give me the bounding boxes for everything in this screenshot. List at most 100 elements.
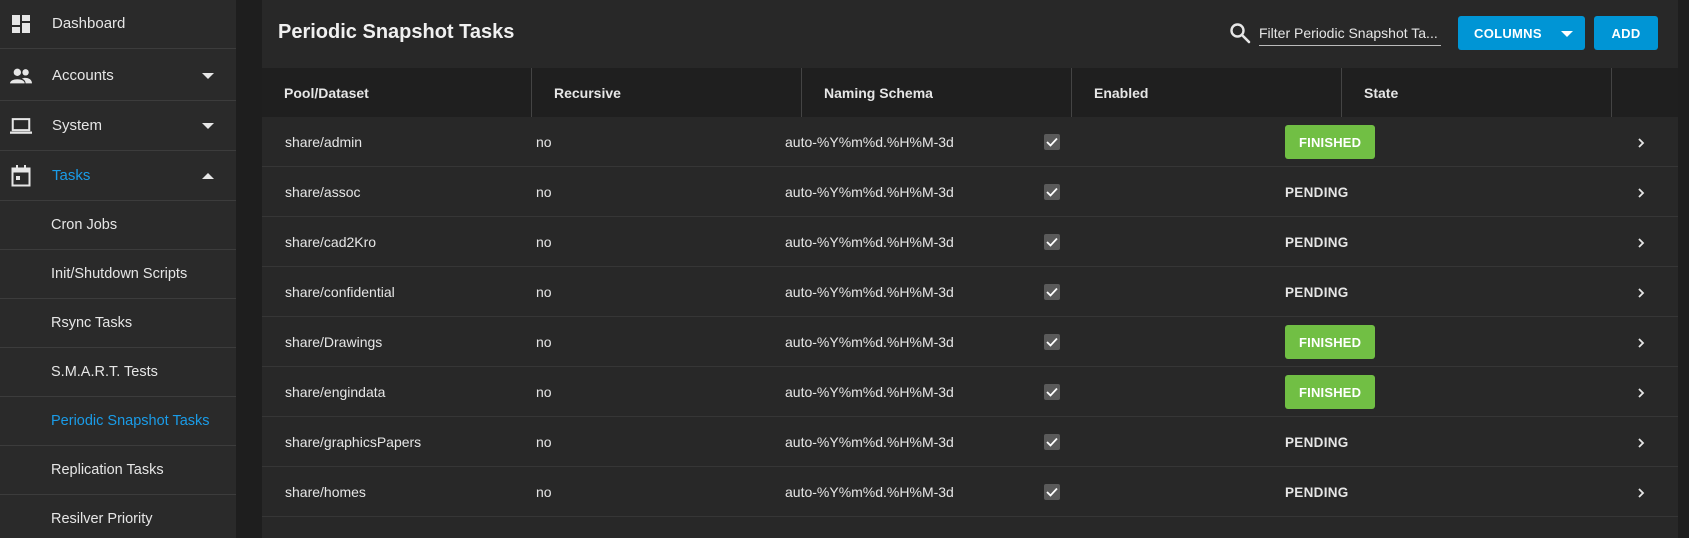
enabled-checkbox[interactable] [1044,184,1060,200]
add-button[interactable]: ADD [1594,16,1658,50]
cell-state: FINISHED [1285,367,1376,417]
table-row[interactable]: share/Drawings no auto-%Y%m%d.%H%M-3d FINIS… [262,317,1678,367]
cell-naming-schema: auto-%Y%m%d.%H%M-3d [785,334,954,350]
chevron-right-icon[interactable] [1636,136,1646,148]
sidebar-item-accounts[interactable]: Accounts [0,51,236,101]
sidebar-item-init-shutdown-scripts[interactable]: Init/Shutdown Scripts [0,250,236,299]
cell-state: PENDING [1285,217,1349,267]
cell-pool-dataset: share/Drawings [285,334,383,350]
table-row[interactable]: share/cad2Kro no auto-%Y%m%d.%H%M-3d PENDIN… [262,217,1678,267]
search-icon[interactable] [1229,22,1251,44]
search-input[interactable]: Filter Periodic Snapshot Ta... [1259,20,1441,46]
table-row[interactable]: share/assoc no auto-%Y%m%d.%H%M-3d PENDING [262,167,1678,217]
cell-pool-dataset: share/assoc [285,184,361,200]
column-header-enabled[interactable]: Enabled [1072,68,1342,117]
chevron-right-icon[interactable] [1636,236,1646,248]
page-title: Periodic Snapshot Tasks [278,21,515,43]
enabled-checkbox[interactable] [1044,234,1060,250]
sidebar-item-system[interactable]: System [0,101,236,151]
column-header-naming-schema[interactable]: Naming Schema [802,68,1072,117]
chevron-right-icon[interactable] [1636,436,1646,448]
cell-recursive: no [536,134,552,150]
table-header: Pool/Dataset Recursive Naming Schema Ena… [262,68,1678,117]
enabled-checkbox[interactable] [1044,484,1060,500]
sidebar-item-periodic-snapshot-tasks[interactable]: Periodic Snapshot Tasks [0,397,236,446]
cell-naming-schema: auto-%Y%m%d.%H%M-3d [785,384,954,400]
cell-naming-schema: auto-%Y%m%d.%H%M-3d [785,434,954,450]
cell-state: PENDING [1285,267,1349,317]
enabled-checkbox[interactable] [1044,334,1060,350]
cell-pool-dataset: share/graphicsPapers [285,434,422,450]
cell-enabled [1044,167,1060,217]
enabled-checkbox[interactable] [1044,434,1060,450]
table-row[interactable]: share/homes no auto-%Y%m%d.%H%M-3d PENDING [262,467,1678,517]
chevron-right-icon[interactable] [1636,386,1646,398]
cell-recursive: no [536,234,552,250]
cell-pool-dataset: share/homes [285,484,366,500]
sidebar-item-label: Rsync Tasks [51,315,133,331]
cell-recursive: no [536,334,552,350]
columns-button[interactable]: COLUMNS [1458,16,1585,50]
chevron-right-icon[interactable] [1636,486,1646,498]
column-header-recursive[interactable]: Recursive [532,68,802,117]
sidebar: Dashboard Accounts System Tasks Cron Job… [0,0,236,538]
status-badge[interactable]: FINISHED [1285,375,1376,409]
cell-pool-dataset: share/engindata [285,384,386,400]
cell-recursive: no [536,434,552,450]
table-row[interactable]: share/graphicsPapers no auto-%Y%m%d.%H%M-3… [262,417,1678,467]
columns-button-label: COLUMNS [1474,26,1542,41]
cell-naming-schema: auto-%Y%m%d.%H%M-3d [785,284,954,300]
column-header-pool-dataset[interactable]: Pool/Dataset [262,68,532,117]
enabled-checkbox[interactable] [1044,384,1060,400]
table-row[interactable]: share/engindata no auto-%Y%m%d.%H%M-3d FINI… [262,367,1678,417]
chevron-right-icon[interactable] [1636,336,1646,348]
sidebar-item-label: System [52,117,103,134]
cell-pool-dataset: share/admin [285,134,363,150]
sidebar-item-smart-tests[interactable]: S.M.A.R.T. Tests [0,348,236,397]
people-icon [10,65,32,87]
cell-state: PENDING [1285,467,1349,517]
chevron-down-icon [1561,31,1573,37]
enabled-checkbox[interactable] [1044,134,1060,150]
sidebar-item-label: Accounts [52,67,114,84]
card-header: Periodic Snapshot Tasks Filter Periodic … [262,0,1678,68]
status-text: PENDING [1285,434,1349,450]
table-row[interactable]: share/admin no auto-%Y%m%d.%H%M-3d FINISHED [262,117,1678,167]
enabled-checkbox[interactable] [1044,284,1060,300]
sidebar-item-tasks[interactable]: Tasks [0,151,236,201]
cell-pool-dataset: share/confidential [285,284,395,300]
sidebar-item-label: Replication Tasks [51,462,164,478]
chevron-down-icon[interactable] [202,72,214,79]
sidebar-item-label: Dashboard [52,15,126,32]
sidebar-item-label: Resilver Priority [51,511,153,527]
sidebar-item-label: S.M.A.R.T. Tests [51,364,158,380]
dashboard-icon [10,13,32,35]
chevron-up-icon[interactable] [202,172,214,179]
sidebar-item-rsync-tasks[interactable]: Rsync Tasks [0,299,236,348]
cell-naming-schema: auto-%Y%m%d.%H%M-3d [785,484,954,500]
sidebar-item-label: Tasks [52,167,91,184]
calendar-icon [10,164,32,187]
sidebar-item-dashboard[interactable]: Dashboard [0,0,236,49]
tasks-card: Periodic Snapshot Tasks Filter Periodic … [262,0,1678,538]
cell-recursive: no [536,384,552,400]
status-text: PENDING [1285,484,1349,500]
status-text: PENDING [1285,284,1349,300]
chevron-down-icon[interactable] [202,122,214,129]
cell-enabled [1044,217,1060,267]
sidebar-item-cron-jobs[interactable]: Cron Jobs [0,201,236,250]
chevron-right-icon[interactable] [1636,186,1646,198]
cell-enabled [1044,117,1060,167]
sidebar-item-resilver-priority[interactable]: Resilver Priority [0,495,236,538]
status-badge[interactable]: FINISHED [1285,325,1376,359]
sidebar-item-label: Cron Jobs [51,217,118,233]
column-header-state[interactable]: State [1342,68,1612,117]
chevron-right-icon[interactable] [1636,286,1646,298]
status-badge[interactable]: FINISHED [1285,125,1376,159]
table-row[interactable]: share/confidential no auto-%Y%m%d.%H%M-3d P… [262,267,1678,317]
cell-enabled [1044,367,1060,417]
sidebar-item-replication-tasks[interactable]: Replication Tasks [0,446,236,495]
cell-recursive: no [536,284,552,300]
cell-state: PENDING [1285,167,1349,217]
cell-state: FINISHED [1285,317,1376,367]
